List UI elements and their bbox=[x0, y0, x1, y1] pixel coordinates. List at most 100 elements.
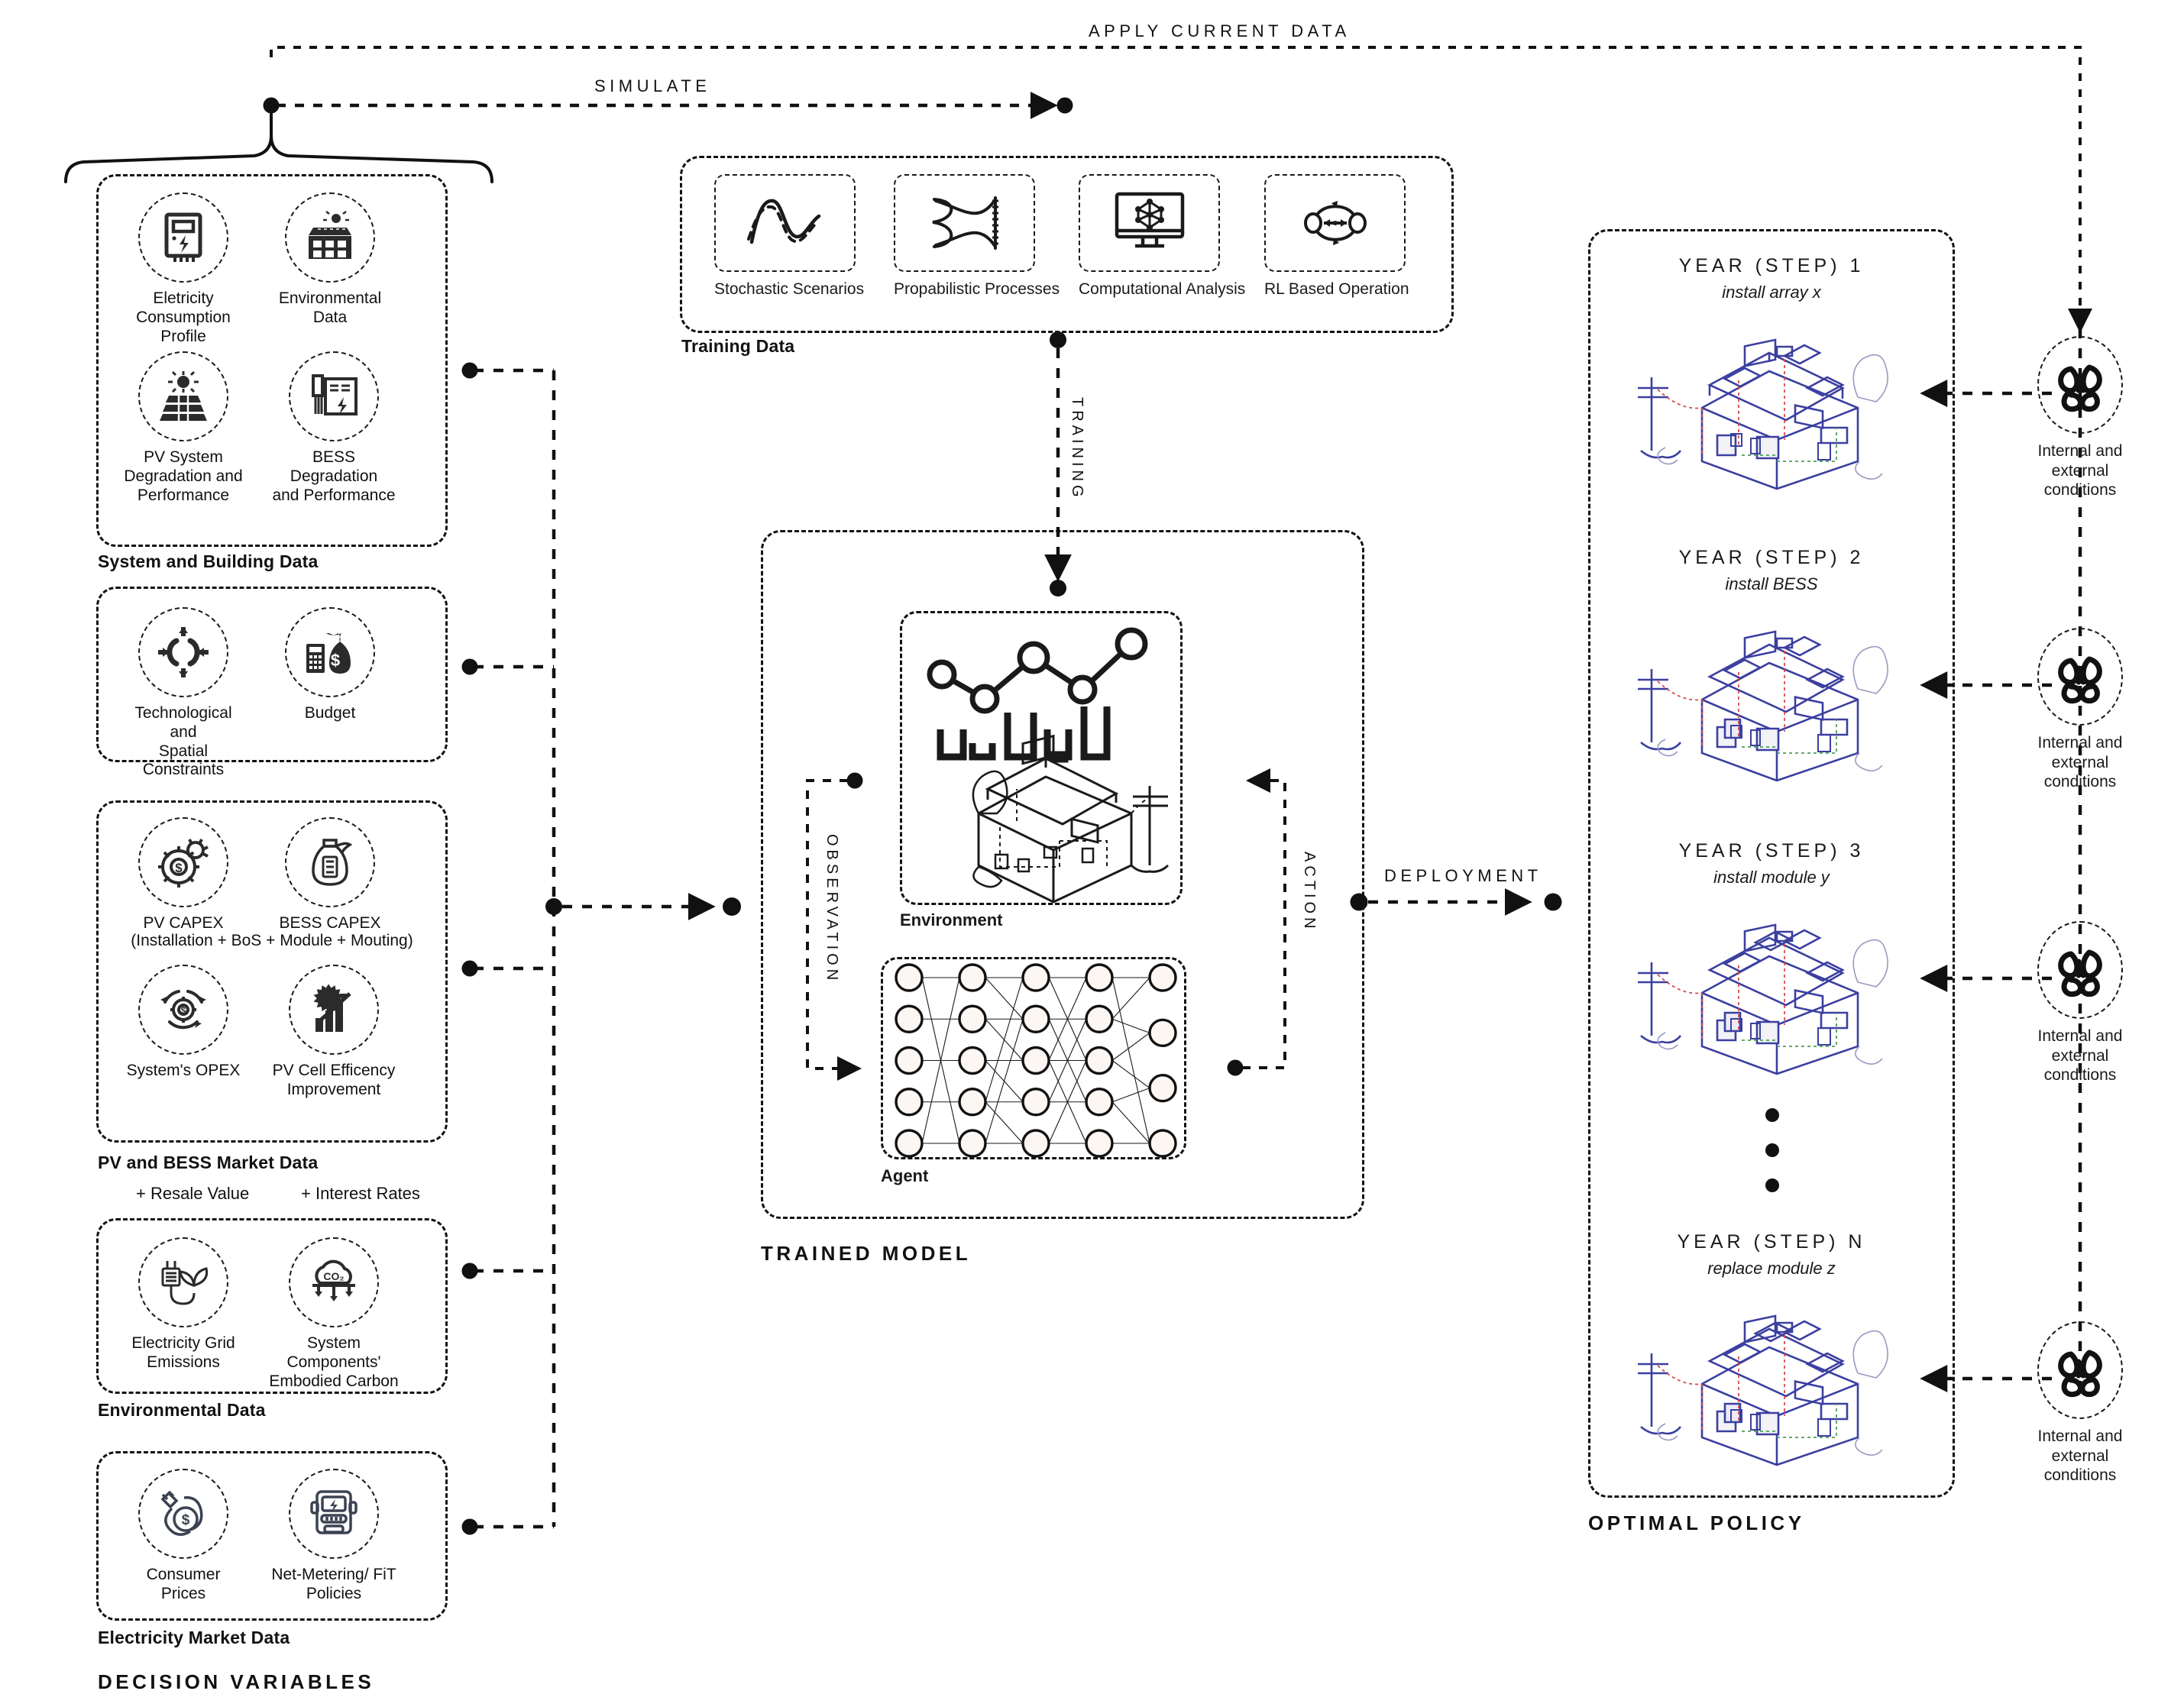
group-label-electricity-market-data: Electricity Market Data bbox=[98, 1628, 290, 1647]
pv-panel-sun-icon bbox=[132, 345, 235, 448]
training-data-item-label: RL Based Operation bbox=[1264, 280, 1409, 298]
policy-house-illustration bbox=[1635, 897, 1917, 1075]
decision-item[interactable]: Net-Metering/ FiT Policies bbox=[269, 1463, 399, 1604]
environment-panel[interactable] bbox=[900, 611, 1183, 905]
monitor-network-icon bbox=[1079, 171, 1231, 275]
training-data-item-label: Computational Analysis bbox=[1079, 280, 1246, 298]
policy-step-sub: install array x bbox=[1722, 283, 1821, 302]
decision-item[interactable]: Technological and Spatial Constraints bbox=[122, 601, 244, 780]
agent-label: Agent bbox=[881, 1166, 929, 1185]
agent-panel[interactable] bbox=[881, 957, 1186, 1159]
stochastic-curve-icon bbox=[714, 171, 867, 275]
decision-item-label: Consumer Prices bbox=[146, 1566, 221, 1602]
tangled-knot-icon bbox=[2031, 914, 2129, 1026]
training-data-item[interactable]: Computational Analysis bbox=[1079, 171, 1246, 299]
decision-item[interactable]: Eletricity Consumption Profile bbox=[122, 186, 244, 346]
tangled-knot-icon bbox=[2031, 1314, 2129, 1426]
policy-house-illustration bbox=[1635, 1288, 1917, 1466]
decision-item[interactable]: $ System's OPEX bbox=[122, 959, 244, 1081]
plug-dollar-icon: $ bbox=[132, 1463, 235, 1565]
capex-note: (Installation + BoS + Module + Mouting) bbox=[131, 932, 413, 949]
flow-label-apply-current-data: APPLY CURRENT DATA bbox=[1089, 21, 1351, 40]
svg-text:$: $ bbox=[331, 651, 340, 670]
decision-item[interactable]: $ PV CAPEX bbox=[122, 811, 244, 933]
rl-loop-icon bbox=[1264, 171, 1417, 275]
decision-item[interactable]: PV Cell Efficency Improvement bbox=[269, 959, 399, 1100]
decision-item-label: BESS Degradation and Performance bbox=[272, 448, 396, 504]
policy-step-title: YEAR (STEP) 2 bbox=[1678, 547, 1865, 568]
svg-text:CO₂: CO₂ bbox=[323, 1270, 344, 1282]
decision-item[interactable]: Environmental Data bbox=[269, 186, 391, 328]
policy-step-sub: install BESS bbox=[1725, 574, 1818, 593]
policy-condition-label: Internal and external conditions bbox=[2037, 1427, 2123, 1485]
plug-leaf-icon bbox=[132, 1231, 235, 1334]
decision-item-label: PV Cell Efficency Improvement bbox=[272, 1062, 396, 1098]
training-data-item[interactable]: RL Based Operation bbox=[1264, 171, 1417, 299]
policy-step-title: YEAR (STEP) N bbox=[1677, 1231, 1866, 1253]
decision-item-label: PV System Degradation and Performance bbox=[124, 448, 243, 504]
policy-condition-label: Internal and external conditions bbox=[2037, 734, 2123, 791]
recycle-gear-dollar-icon: $ bbox=[132, 959, 235, 1061]
battery-money-bag-icon bbox=[279, 811, 381, 913]
decision-item-label: Technological and Spatial Constraints bbox=[134, 704, 232, 779]
training-data-item-label: Stochastic Scenarios bbox=[714, 280, 865, 298]
section-label-optimal-policy: OPTIMAL POLICY bbox=[1588, 1511, 1805, 1534]
decision-item-label: BESS CAPEX bbox=[279, 914, 381, 932]
decision-item-label: Eletricity Consumption Profile bbox=[136, 289, 231, 345]
policy-condition: Internal and external conditions bbox=[2008, 621, 2153, 792]
section-label-decision-variables: DECISION VARIABLES bbox=[98, 1670, 375, 1693]
training-data-item[interactable]: Stochastic Scenarios bbox=[714, 171, 867, 299]
decision-item[interactable]: BESS CAPEX bbox=[269, 811, 391, 933]
constraints-arrows-icon bbox=[132, 601, 235, 703]
solar-building-icon bbox=[279, 186, 381, 289]
co2-cloud-icon: CO₂ bbox=[283, 1231, 385, 1334]
policy-condition-label: Internal and external conditions bbox=[2037, 1027, 2123, 1085]
policy-step: YEAR (STEP) 3 install module y bbox=[1588, 840, 1955, 887]
policy-condition: Internal and external conditions bbox=[2008, 1314, 2153, 1486]
decision-item[interactable]: CO₂ System Components' Embodied Carbon bbox=[269, 1231, 399, 1391]
decision-item[interactable]: PV System Degradation and Performance bbox=[122, 345, 244, 505]
decision-item-label: Electricity Grid Emissions bbox=[131, 1334, 235, 1371]
policy-condition: Internal and external conditions bbox=[2008, 329, 2153, 500]
decision-item[interactable]: BESS Degradation and Performance bbox=[269, 345, 399, 505]
decision-item[interactable]: Electricity Grid Emissions bbox=[122, 1231, 244, 1372]
policy-house-illustration bbox=[1635, 603, 1917, 782]
decision-item-label: Net-Metering/ FiT Policies bbox=[271, 1566, 396, 1602]
flow-label-simulate: SIMULATE bbox=[594, 76, 711, 95]
svg-text:$: $ bbox=[182, 1512, 190, 1528]
note-resale-value: + Resale Value bbox=[136, 1184, 250, 1203]
environment-label: Environment bbox=[900, 910, 1003, 929]
policy-step-sub: replace module z bbox=[1707, 1259, 1836, 1278]
decision-item-label: PV CAPEX bbox=[143, 914, 224, 932]
group-label-pv-bess-market-data: PV and BESS Market Data bbox=[98, 1153, 319, 1172]
decision-item-label: System's OPEX bbox=[126, 1062, 241, 1079]
policy-condition: Internal and external conditions bbox=[2008, 914, 2153, 1085]
policy-step-sub: install module y bbox=[1713, 868, 1830, 887]
svg-text:$: $ bbox=[175, 861, 183, 875]
decision-item-label: Environmental Data bbox=[278, 289, 382, 326]
decision-item[interactable]: $ Consumer Prices bbox=[122, 1463, 244, 1604]
policy-house-illustration bbox=[1635, 312, 1917, 490]
policy-step-title: YEAR (STEP) 1 bbox=[1678, 255, 1865, 276]
policy-step: YEAR (STEP) 2 install BESS bbox=[1588, 547, 1955, 594]
note-interest-rates: + Interest Rates bbox=[301, 1184, 420, 1203]
probability-distribution-icon bbox=[894, 171, 1047, 275]
policy-condition-label: Internal and external conditions bbox=[2037, 442, 2123, 499]
pv-growth-arrow-icon bbox=[283, 959, 385, 1061]
group-label-environmental-data: Environmental Data bbox=[98, 1400, 266, 1420]
svg-text:$: $ bbox=[181, 1005, 186, 1016]
decision-item-label: Budget bbox=[304, 704, 356, 722]
battery-cabinet-icon bbox=[283, 345, 385, 448]
decision-item-label: System Components' Embodied Carbon bbox=[269, 1334, 399, 1390]
policy-step-title: YEAR (STEP) 3 bbox=[1678, 840, 1865, 862]
flow-label-training: TRAINING bbox=[1069, 397, 1086, 501]
policy-step: YEAR (STEP) 1 install array x bbox=[1588, 255, 1955, 302]
policy-step: YEAR (STEP) N replace module z bbox=[1588, 1231, 1955, 1279]
decision-item[interactable]: $ Budget bbox=[269, 601, 391, 723]
section-label-training-data: Training Data bbox=[681, 336, 795, 356]
group-label-system-and-building-data: System and Building Data bbox=[98, 551, 319, 571]
electricity-meter-icon bbox=[132, 186, 235, 289]
tangled-knot-icon bbox=[2031, 329, 2129, 441]
training-data-item[interactable]: Propabilistic Processes bbox=[894, 171, 1060, 299]
tangled-knot-icon bbox=[2031, 621, 2129, 732]
